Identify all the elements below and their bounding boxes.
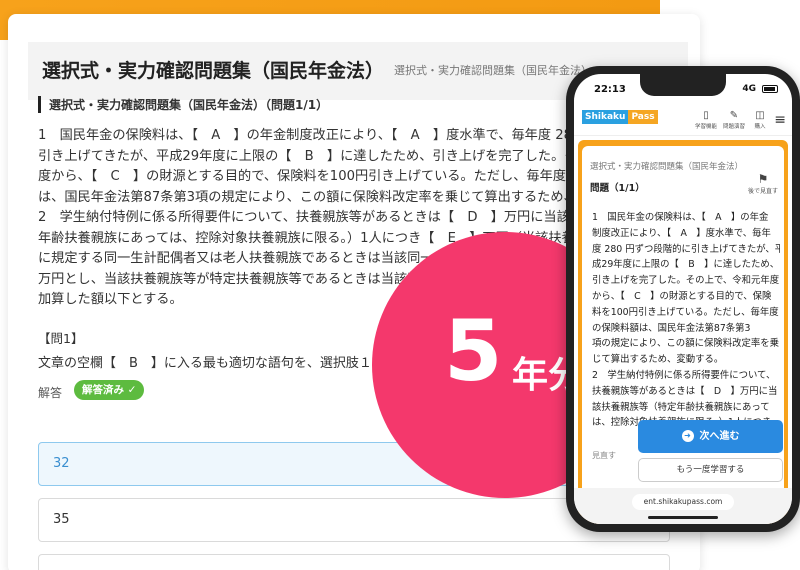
nav-label: 問題演習	[722, 124, 745, 130]
status-time: 22:13	[594, 84, 626, 95]
phone-question-body: 1 国民年金の保険料は、【 A 】の年金 制度改正により、【 A 】度水準で、毎…	[592, 210, 780, 431]
arrow-right-icon: ➜	[681, 430, 694, 442]
phone-question-line: から、【 C 】の財源とする目的で、保険	[592, 290, 772, 302]
next-button[interactable]: ➜ 次へ進む	[638, 420, 783, 453]
answer-label: 解答	[38, 386, 63, 400]
phone-question-line: 該扶養親族等（特定年齢扶養親族にあって	[592, 401, 770, 413]
nav-label: 学習機能	[694, 124, 717, 130]
url-bar[interactable]: ent.shikakupass.com	[632, 494, 734, 510]
phone-question-line: 成29年度に上限の【 B 】に達したため、	[592, 259, 780, 271]
status-bar: 22:13 4G	[574, 74, 792, 102]
phone-question-line: 度 280 円ずつ段階的に引き上げてきたが、平	[592, 243, 780, 255]
battery-icon	[762, 85, 778, 93]
next-button-label: 次へ進む	[699, 431, 740, 442]
review-later-button[interactable]: ⚑ 後で見直す	[746, 172, 780, 195]
phone-question-line: 2 学生納付特例に係る所得要件について、	[592, 369, 776, 381]
phone-subtitle: 選択式・実力確認問題集（国民年金法）	[590, 162, 744, 172]
phone-question-line: 料を100円引き上げている。ただし、毎年度	[592, 306, 779, 318]
phone-question-line: 引き上げを完了した。その上で、令和元年度	[592, 275, 780, 287]
review-later-fragment: 見直す	[592, 451, 616, 460]
smartphone-mockup: 22:13 4G Shikaku Pass ▯ 学習機能 ✎ 問題演習 ◫ 購入 …	[566, 66, 800, 532]
nav-study[interactable]: ▯ 学習機能	[692, 110, 720, 130]
menu-icon[interactable]: ≡	[774, 113, 786, 127]
app-navbar: Shikaku Pass ▯ 学習機能 ✎ 問題演習 ◫ 購入 ≡	[574, 104, 792, 136]
question-instruction: 文章の空欄【 B 】に入る最も適切な語句を、選択肢１～４の中から選びなさい。	[38, 356, 398, 371]
network-indicator: 4G	[742, 84, 756, 94]
review-later-label: 後で見直す	[747, 188, 778, 195]
pencil-icon: ✎	[729, 110, 739, 121]
browser-footer: ent.shikakupass.com	[574, 488, 792, 524]
book-icon: ▯	[703, 110, 709, 121]
page-title: 選択式・実力確認問題集（国民年金法）	[42, 60, 385, 82]
logo-text-shikaku: Shikaku	[582, 110, 629, 124]
answered-status-badge: 解答済み ✓	[74, 380, 145, 400]
nav-practice[interactable]: ✎ 問題演習	[720, 110, 748, 130]
phone-question-line: 1 国民年金の保険料は、【 A 】の年金	[592, 212, 769, 223]
breadcrumb: 選択式・実力確認問題集（国民年金法）	[394, 64, 592, 77]
home-indicator	[648, 516, 718, 519]
nav-purchase[interactable]: ◫ 購入	[746, 110, 774, 130]
phone-question-line: 項の規定により、この額に保険料改定率を乗	[592, 338, 779, 350]
choice-option-3[interactable]	[38, 554, 670, 570]
app-logo[interactable]: Shikaku Pass	[582, 110, 658, 128]
question-heading: 選択式・実力確認問題集（国民年金法）（問題1/1）	[38, 96, 328, 113]
phone-question-title: 問題（1/1）	[590, 183, 645, 194]
bag-icon: ◫	[755, 110, 765, 121]
logo-text-pass: Pass	[628, 110, 658, 124]
phone-question-line: じて算出するため、変動する。	[592, 354, 724, 366]
sub-question-label: 【問1】	[38, 331, 84, 346]
phone-question-line: の保険料額は、国民年金法第87条第3	[592, 322, 751, 334]
years-badge-number: 5	[444, 302, 503, 400]
phone-question-line: 扶養親族等があるときは【 D 】万円に当	[592, 385, 778, 397]
nav-label: 購入	[754, 124, 766, 130]
retry-button[interactable]: もう一度学習する	[638, 458, 783, 482]
phone-question-line: 制度改正により、【 A 】度水準で、毎年	[592, 227, 771, 239]
bookmark-icon: ⚑	[757, 172, 769, 186]
